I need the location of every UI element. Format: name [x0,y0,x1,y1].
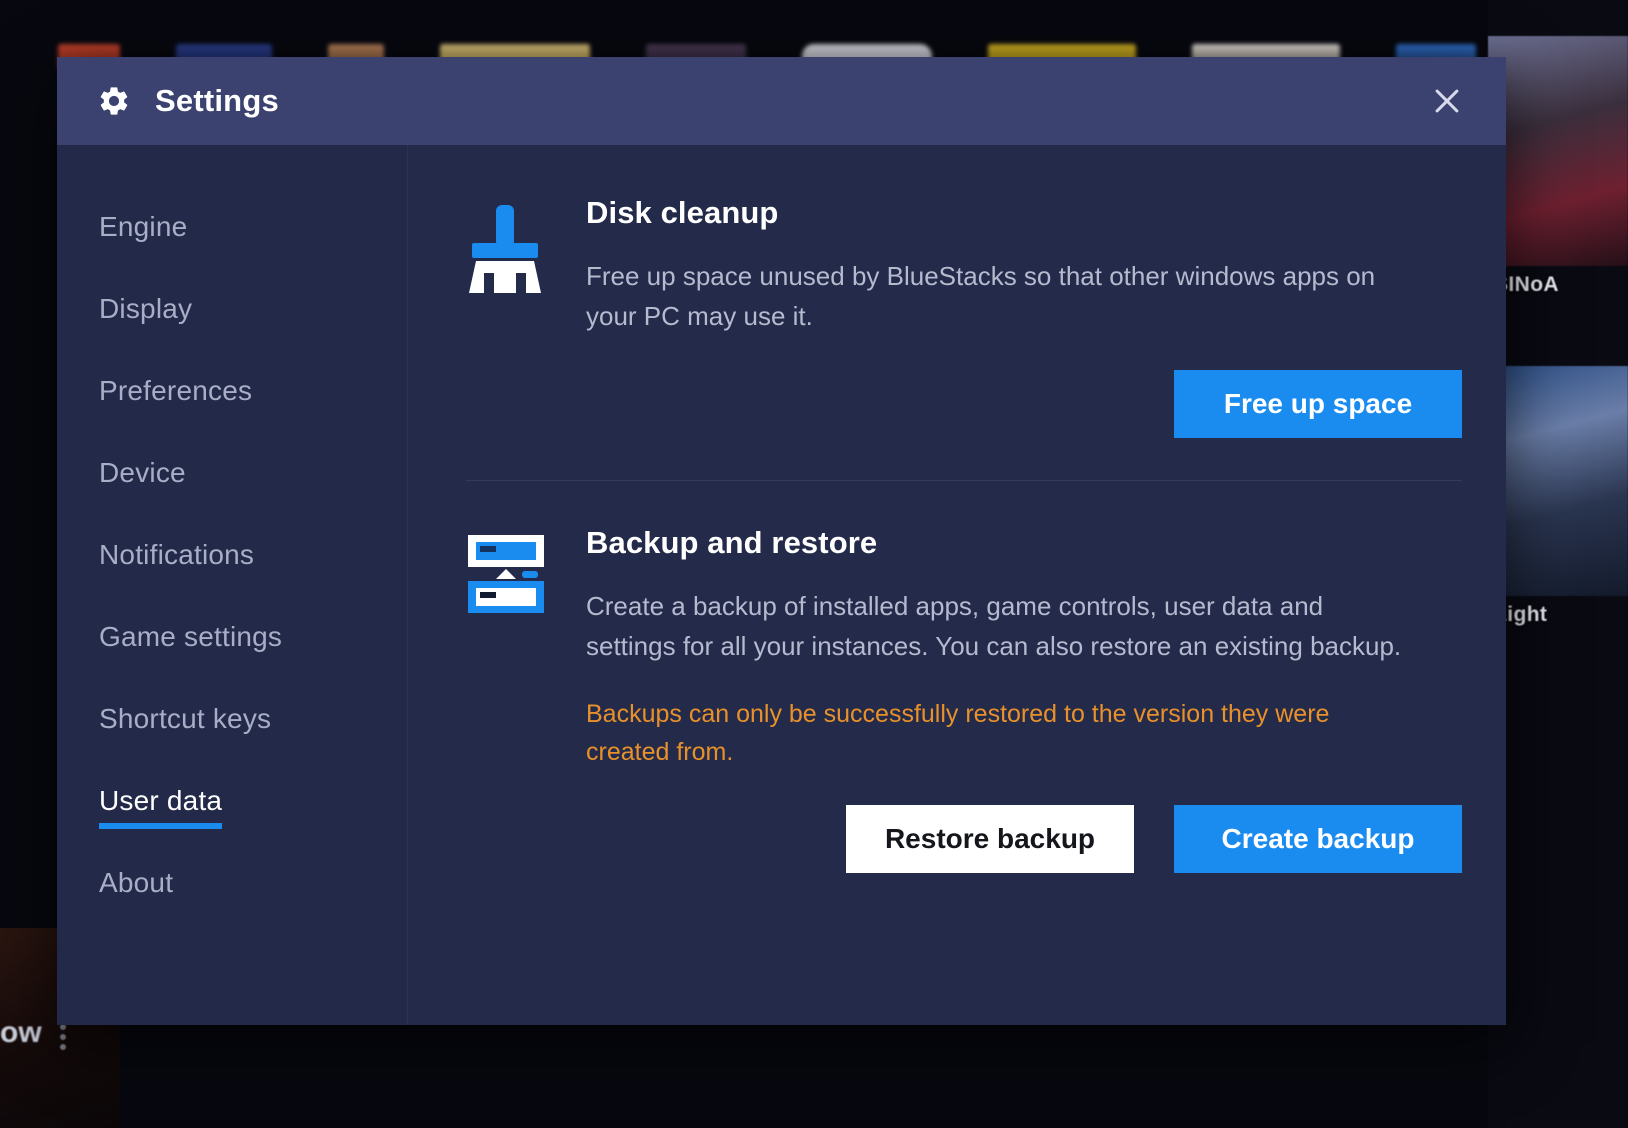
sidebar-item-display[interactable]: Display [57,271,407,353]
backup-restore-actions: Restore backup Create backup [586,805,1462,874]
backup-restore-title: Backup and restore [586,525,878,561]
free-up-space-button[interactable]: Free up space [1174,370,1462,439]
page-title: Settings [155,83,279,118]
backup-restore-body: Backup and restore Create a backup of in… [586,525,1462,874]
dialog-body: Engine Display Preferences Device Notifi… [57,145,1506,1025]
sidebar-item-label: About [99,867,174,898]
sidebar-item-label: Shortcut keys [99,703,272,734]
background-game-art [1488,366,1628,596]
settings-dialog: Settings Engine Display Preferences Devi… [57,57,1506,1025]
sidebar-item-shortcut-keys[interactable]: Shortcut keys [57,681,407,763]
section-backup-restore: Backup and restore Create a backup of in… [466,525,1462,874]
sidebar-item-engine[interactable]: Engine [57,189,407,271]
background-game-card: SINoA [1488,36,1628,297]
settings-content: Disk cleanup Free up space unused by Blu… [408,145,1506,1025]
settings-sidebar: Engine Display Preferences Device Notifi… [57,145,408,1025]
background-game-card: Light [1488,366,1628,627]
section-disk-cleanup: Disk cleanup Free up space unused by Blu… [466,195,1462,439]
background-right-column: SINoA Light [1488,0,1628,1128]
sidebar-item-label: Engine [99,211,188,242]
close-icon[interactable] [1424,78,1470,124]
sidebar-item-game-settings[interactable]: Game settings [57,599,407,681]
dialog-titlebar: Settings [57,57,1506,145]
background-game-caption: Light [1494,603,1548,626]
background-game-art [1488,36,1628,266]
sidebar-item-device[interactable]: Device [57,435,407,517]
sidebar-item-notifications[interactable]: Notifications [57,517,407,599]
sidebar-item-label: User data [99,785,223,829]
disk-cleanup-actions: Free up space [586,370,1462,439]
sidebar-item-label: Preferences [99,375,253,406]
background-game-caption: SINoA [1494,273,1559,296]
backup-restore-description: Create a backup of installed apps, game … [586,591,1402,661]
restore-backup-button[interactable]: Restore backup [846,805,1134,874]
disk-cleanup-description: Free up space unused by BlueStacks so th… [586,261,1376,331]
backup-restore-icon [466,525,586,873]
sidebar-item-label: Display [99,293,193,324]
sidebar-item-about[interactable]: About [57,845,407,927]
sidebar-item-user-data[interactable]: User data [57,763,407,845]
create-backup-button[interactable]: Create backup [1174,805,1462,874]
gear-icon [100,87,128,115]
backup-restore-warning: Backups can only be successfully restore… [586,700,1330,766]
sidebar-item-label: Game settings [99,621,283,652]
disk-cleanup-title: Disk cleanup [586,195,779,230]
sidebar-item-preferences[interactable]: Preferences [57,353,407,435]
sidebar-item-label: Device [99,457,186,488]
sidebar-item-label: Notifications [99,539,255,570]
more-vertical-icon[interactable] [60,1024,66,1050]
background-left-label: ow [0,1016,42,1049]
broom-icon [466,195,586,438]
disk-cleanup-body: Disk cleanup Free up space unused by Blu… [586,195,1462,439]
